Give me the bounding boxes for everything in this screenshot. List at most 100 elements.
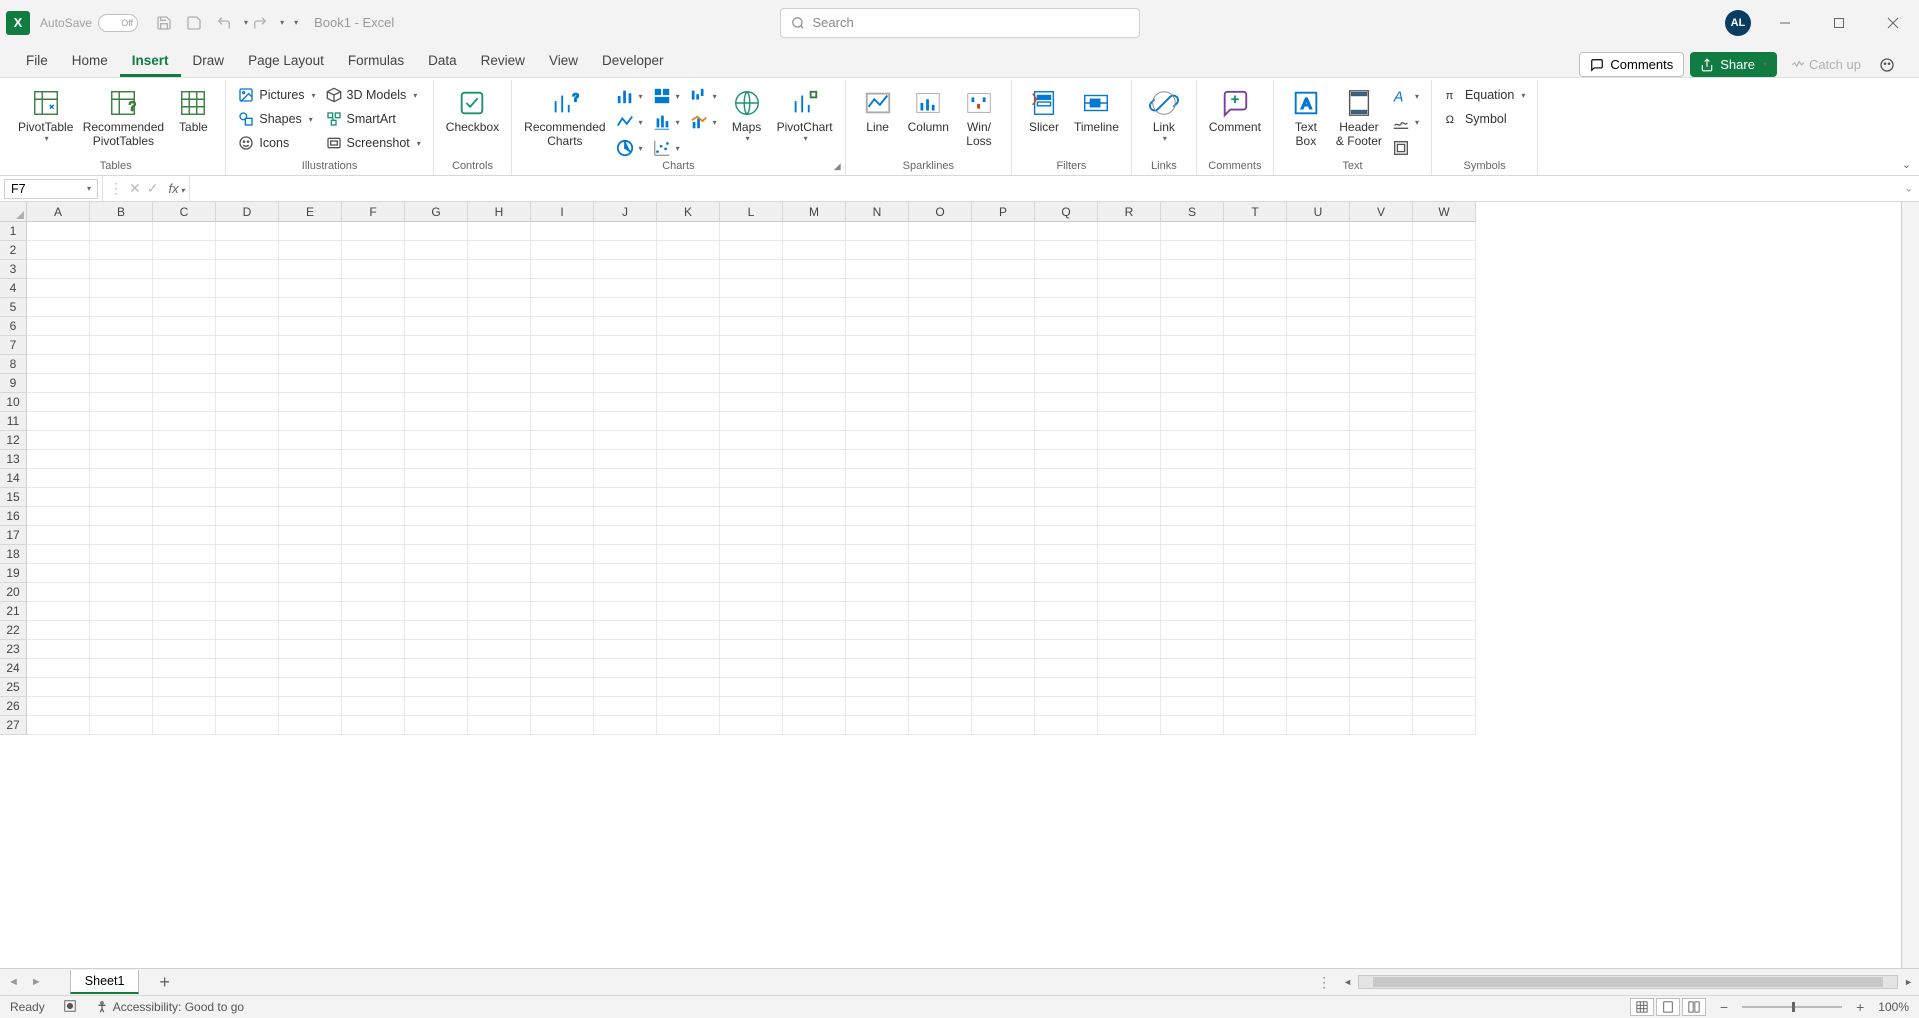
hscroll-left[interactable]: ◄	[1343, 977, 1352, 987]
cell[interactable]	[1035, 393, 1098, 412]
cell[interactable]	[657, 488, 720, 507]
cell[interactable]	[1224, 412, 1287, 431]
cell[interactable]	[657, 431, 720, 450]
cell[interactable]	[468, 222, 531, 241]
sparkline-line-button[interactable]: Line	[854, 84, 902, 136]
ribbon-collapse-button[interactable]: ⌄	[1902, 158, 1911, 171]
cell[interactable]	[405, 697, 468, 716]
cell[interactable]	[846, 678, 909, 697]
cell[interactable]	[1350, 488, 1413, 507]
cell[interactable]	[909, 488, 972, 507]
cell[interactable]	[90, 602, 153, 621]
cell[interactable]	[468, 488, 531, 507]
cell[interactable]	[1224, 526, 1287, 545]
cell[interactable]	[594, 393, 657, 412]
cell[interactable]	[468, 279, 531, 298]
cell[interactable]	[909, 507, 972, 526]
cell[interactable]	[153, 659, 216, 678]
cell[interactable]	[153, 583, 216, 602]
cell[interactable]	[972, 431, 1035, 450]
cell[interactable]	[1413, 355, 1476, 374]
scatter-chart-dropdown[interactable]: ▾	[649, 136, 684, 160]
cell[interactable]	[972, 241, 1035, 260]
cell[interactable]	[594, 241, 657, 260]
cell[interactable]	[27, 412, 90, 431]
cell[interactable]	[531, 450, 594, 469]
column-header[interactable]: J	[594, 202, 657, 222]
cell[interactable]	[783, 526, 846, 545]
cell[interactable]	[27, 659, 90, 678]
cell[interactable]	[468, 412, 531, 431]
cell[interactable]	[657, 583, 720, 602]
cell[interactable]	[720, 469, 783, 488]
page-layout-view-button[interactable]	[1656, 998, 1680, 1016]
cell[interactable]	[1224, 260, 1287, 279]
cell[interactable]	[594, 697, 657, 716]
cell[interactable]	[27, 507, 90, 526]
cell[interactable]	[1224, 659, 1287, 678]
cell[interactable]	[1035, 355, 1098, 374]
row-header[interactable]: 5	[0, 298, 27, 317]
slicer-button[interactable]: Slicer	[1020, 84, 1068, 136]
cell[interactable]	[1161, 222, 1224, 241]
cell[interactable]	[909, 260, 972, 279]
cell[interactable]	[909, 393, 972, 412]
cell[interactable]	[972, 507, 1035, 526]
line-chart-dropdown[interactable]: ▾	[612, 110, 647, 134]
cell[interactable]	[1350, 279, 1413, 298]
cell[interactable]	[342, 355, 405, 374]
cell[interactable]	[216, 716, 279, 735]
cell[interactable]	[468, 583, 531, 602]
vertical-scrollbar[interactable]	[1901, 202, 1919, 968]
cell[interactable]	[1287, 298, 1350, 317]
cell[interactable]	[1287, 602, 1350, 621]
cell[interactable]	[1413, 583, 1476, 602]
cell[interactable]	[1098, 222, 1161, 241]
cell[interactable]	[1161, 488, 1224, 507]
cell[interactable]	[216, 621, 279, 640]
cell[interactable]	[783, 659, 846, 678]
cell[interactable]	[846, 621, 909, 640]
cell[interactable]	[216, 583, 279, 602]
comment-button[interactable]: Comment	[1205, 84, 1265, 136]
cell[interactable]	[1224, 716, 1287, 735]
cell[interactable]	[657, 526, 720, 545]
cell[interactable]	[657, 716, 720, 735]
cell[interactable]	[1035, 659, 1098, 678]
column-header[interactable]: D	[216, 202, 279, 222]
cell[interactable]	[594, 412, 657, 431]
cell[interactable]	[783, 545, 846, 564]
cell[interactable]	[90, 431, 153, 450]
cell[interactable]	[216, 697, 279, 716]
cell[interactable]	[342, 298, 405, 317]
link-button[interactable]: Link▾	[1140, 84, 1188, 146]
cell[interactable]	[972, 469, 1035, 488]
cell[interactable]	[216, 336, 279, 355]
cell[interactable]	[468, 431, 531, 450]
cell[interactable]	[720, 222, 783, 241]
column-header[interactable]: M	[783, 202, 846, 222]
cell[interactable]	[1161, 450, 1224, 469]
column-header[interactable]: G	[405, 202, 468, 222]
cell[interactable]	[720, 659, 783, 678]
cell[interactable]	[279, 678, 342, 697]
row-header[interactable]: 12	[0, 431, 27, 450]
cell[interactable]	[783, 583, 846, 602]
cell[interactable]	[27, 640, 90, 659]
save-dropdown-icon[interactable]	[182, 11, 206, 35]
cell[interactable]	[342, 621, 405, 640]
cell[interactable]	[1098, 431, 1161, 450]
row-header[interactable]: 23	[0, 640, 27, 659]
cell[interactable]	[1350, 564, 1413, 583]
cell[interactable]	[1287, 583, 1350, 602]
cell[interactable]	[468, 697, 531, 716]
cell[interactable]	[594, 260, 657, 279]
cell[interactable]	[594, 355, 657, 374]
cell[interactable]	[846, 260, 909, 279]
cell[interactable]	[405, 336, 468, 355]
cell[interactable]	[405, 222, 468, 241]
cell[interactable]	[1287, 393, 1350, 412]
cell[interactable]	[594, 583, 657, 602]
cell[interactable]	[1287, 659, 1350, 678]
cell[interactable]	[1161, 697, 1224, 716]
